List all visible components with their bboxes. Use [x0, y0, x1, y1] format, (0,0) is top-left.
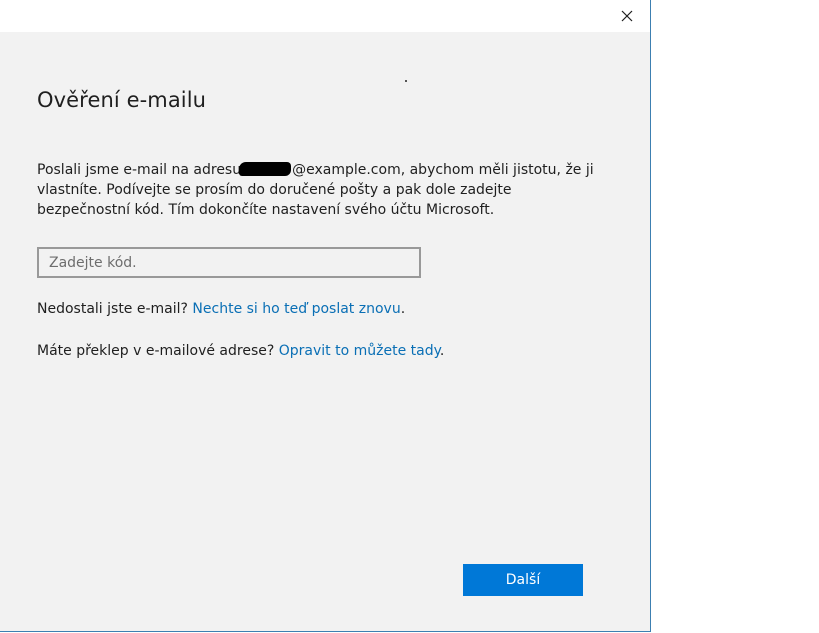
- redacted-email-user: [239, 162, 292, 176]
- typo-period: .: [439, 343, 445, 359]
- next-button[interactable]: Další: [463, 564, 583, 596]
- resend-period: .: [400, 301, 406, 317]
- email-verification-dialog: Ověření e-mailu Poslali jsme e-mail na a…: [0, 0, 651, 632]
- close-button[interactable]: [604, 0, 650, 32]
- close-icon: [621, 10, 633, 22]
- typo-question: Máte překlep v e-mailové adrese?: [37, 343, 275, 359]
- typo-row: Máte překlep v e-mailové adrese? Opravit…: [37, 343, 444, 359]
- message-intro: Poslali jsme e-mail na adresu: [37, 162, 242, 178]
- decorative-dot: [405, 80, 407, 82]
- fix-email-link[interactable]: Opravit to můžete tady: [279, 343, 440, 359]
- resend-question: Nedostali jste e-mail?: [37, 301, 188, 317]
- title-bar: [0, 0, 650, 32]
- email-domain: @example.com: [292, 162, 401, 178]
- resend-link[interactable]: Nechte si ho teď poslat znovu: [192, 301, 400, 317]
- verification-message: Poslali jsme e-mail na adresu @example.co…: [37, 160, 597, 220]
- resend-row: Nedostali jste e-mail? Nechte si ho teď …: [37, 301, 405, 317]
- page-title: Ověření e-mailu: [37, 88, 207, 112]
- security-code-input[interactable]: [37, 247, 421, 278]
